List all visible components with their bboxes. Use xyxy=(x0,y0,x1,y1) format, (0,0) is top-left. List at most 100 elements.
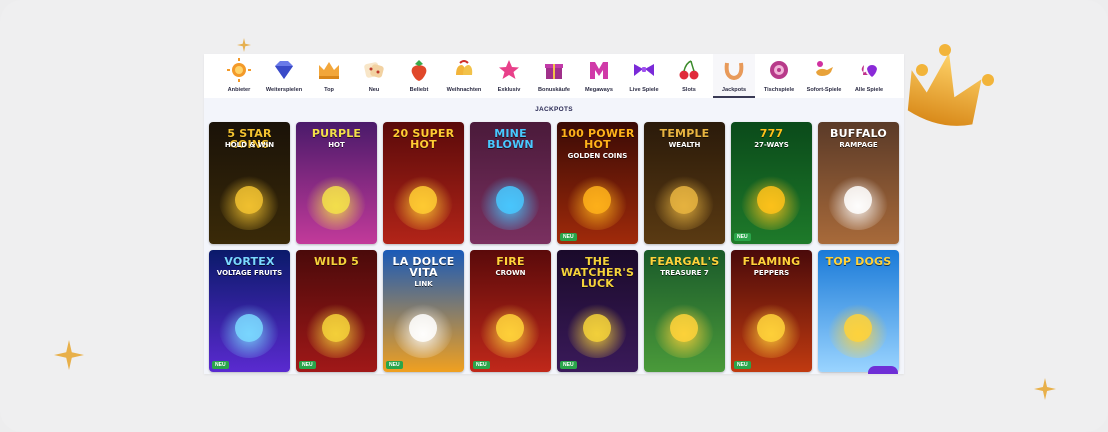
new-badge: NEU xyxy=(734,361,751,369)
tab-sofort-spiele[interactable]: Sofort-Spiele xyxy=(803,54,845,98)
game-tile[interactable]: 20 SUPER HOT xyxy=(383,122,464,244)
new-badge: NEU xyxy=(734,233,751,241)
new-badge: NEU xyxy=(560,361,577,369)
game-tile[interactable]: 777 27-WAYS NEU xyxy=(731,122,812,244)
sparkle-icon xyxy=(54,340,84,370)
game-title: 777 xyxy=(759,127,784,140)
tab-label: Bonuskäufe xyxy=(537,87,570,93)
game-artwork xyxy=(296,250,377,372)
card-suits-icon xyxy=(856,57,882,83)
game-subtitle: LINK xyxy=(414,280,433,288)
game-tile[interactable]: La Dolce Vita LINK NEU xyxy=(383,250,464,372)
game-title: TOP DOGS xyxy=(825,255,892,268)
game-tile[interactable]: Wild 5 NEU xyxy=(296,250,377,372)
game-tile[interactable]: 5 STAR COINS HOLD & WIN xyxy=(209,122,290,244)
crown-icon xyxy=(316,57,342,83)
tab-label: Jackpots xyxy=(721,87,747,93)
strawberry-icon xyxy=(406,57,432,83)
game-tile[interactable]: FEARGAL'S TREASURE 7 xyxy=(644,250,725,372)
game-subtitle: 27-WAYS xyxy=(754,141,789,149)
magic-lamp-icon xyxy=(811,57,837,83)
tab-bonuskäufe[interactable]: Bonuskäufe xyxy=(533,54,575,98)
tab-label: Anbieter xyxy=(227,87,251,93)
game-subtitle: CROWN xyxy=(495,269,526,277)
tab-neu[interactable]: Neu xyxy=(353,54,395,98)
tab-slots[interactable]: Slots xyxy=(668,54,710,98)
new-badge: NEU xyxy=(386,361,403,369)
game-title: THE WATCHER'S LUCK xyxy=(560,255,635,290)
game-subtitle: HOT xyxy=(328,141,345,149)
game-title: Wild 5 xyxy=(313,255,360,268)
new-badge: NEU xyxy=(299,361,316,369)
sparkle-icon xyxy=(1034,378,1056,400)
game-subtitle: VOLTAGE FRUITS xyxy=(216,269,283,277)
gift-icon xyxy=(541,57,567,83)
tab-label: Alle Spiele xyxy=(854,87,884,93)
crown-icon xyxy=(907,44,994,126)
game-subtitle: WEALTH xyxy=(668,141,701,149)
game-grid: 5 STAR COINS HOLD & WIN PURPLE HOT 20 SUPER … xyxy=(209,122,899,372)
new-badge: NEU xyxy=(212,361,229,369)
casino-page: Anbieter Weiterspielen Top Neu Beliebt Weihna… xyxy=(204,54,904,374)
chat-button[interactable] xyxy=(868,366,898,374)
roulette-chip-icon xyxy=(766,57,792,83)
game-title: FEARGAL'S xyxy=(649,255,720,268)
game-title: FIRE xyxy=(496,255,525,268)
game-tile[interactable]: MINE BLOWN xyxy=(470,122,551,244)
tab-label: Weiterspielen xyxy=(265,87,303,93)
sparkle-icon xyxy=(237,38,251,52)
m-letter-icon xyxy=(586,57,612,83)
game-tile[interactable]: TOP DOGS xyxy=(818,250,899,372)
tab-label: Live Spiele xyxy=(629,87,659,93)
game-title: 20 SUPER HOT xyxy=(392,127,455,151)
new-badge: NEU xyxy=(473,361,490,369)
game-tile[interactable]: THE WATCHER'S LUCK NEU xyxy=(557,250,638,372)
game-tile[interactable]: PURPLE HOT xyxy=(296,122,377,244)
tab-label: Tischspiele xyxy=(763,87,795,93)
bowtie-icon xyxy=(631,57,657,83)
game-tile[interactable]: BUFFALO RAMPAGE xyxy=(818,122,899,244)
tab-anbieter[interactable]: Anbieter xyxy=(218,54,260,98)
game-title: VORTEX xyxy=(224,255,275,268)
game-tile[interactable]: 100 POWER HOT GOLDEN COINS NEU xyxy=(557,122,638,244)
game-artwork xyxy=(818,250,899,372)
tab-tischspiele[interactable]: Tischspiele xyxy=(758,54,800,98)
tab-megaways[interactable]: Megaways xyxy=(578,54,620,98)
game-tile[interactable]: TEMPLE WEALTH xyxy=(644,122,725,244)
game-title: Flaming xyxy=(742,255,801,268)
tab-weiterspielen[interactable]: Weiterspielen xyxy=(263,54,305,98)
game-title: 100 POWER HOT xyxy=(560,127,635,151)
tab-jackpots[interactable]: Jackpots xyxy=(713,54,755,98)
game-title: La Dolce Vita xyxy=(392,255,455,279)
tab-label: Beliebt xyxy=(409,87,429,93)
game-title: BUFFALO xyxy=(830,127,887,140)
tab-alle-spiele[interactable]: Alle Spiele xyxy=(848,54,890,98)
game-tile[interactable]: Flaming Peppers NEU xyxy=(731,250,812,372)
sun-icon xyxy=(226,57,252,83)
game-subtitle: RAMPAGE xyxy=(839,141,878,149)
game-subtitle: Peppers xyxy=(753,269,790,277)
tab-label: Top xyxy=(324,87,334,93)
game-tile[interactable]: VORTEX VOLTAGE FRUITS NEU xyxy=(209,250,290,372)
tab-label: Weihnachten xyxy=(446,87,482,93)
category-nav: Anbieter Weiterspielen Top Neu Beliebt Weihna… xyxy=(204,54,904,98)
bells-icon xyxy=(451,57,477,83)
game-tile[interactable]: FIRE CROWN NEU xyxy=(470,250,551,372)
diamond-icon xyxy=(271,57,297,83)
star-icon xyxy=(496,57,522,83)
tab-weihnachten[interactable]: Weihnachten xyxy=(443,54,485,98)
game-title: MINE BLOWN xyxy=(487,127,534,151)
cherries-icon xyxy=(676,57,702,83)
tab-label: Sofort-Spiele xyxy=(806,87,842,93)
tab-top[interactable]: Top xyxy=(308,54,350,98)
tab-label: Exklusiv xyxy=(497,87,521,93)
tab-beliebt[interactable]: Beliebt xyxy=(398,54,440,98)
tab-label: Slots xyxy=(682,87,696,93)
tab-live-spiele[interactable]: Live Spiele xyxy=(623,54,665,98)
tab-exklusiv[interactable]: Exklusiv xyxy=(488,54,530,98)
horseshoe-icon xyxy=(721,57,747,83)
tab-label: Neu xyxy=(368,87,380,93)
game-subtitle: TREASURE 7 xyxy=(660,269,709,277)
new-badge: NEU xyxy=(560,233,577,241)
game-subtitle: GOLDEN COINS xyxy=(567,152,628,160)
